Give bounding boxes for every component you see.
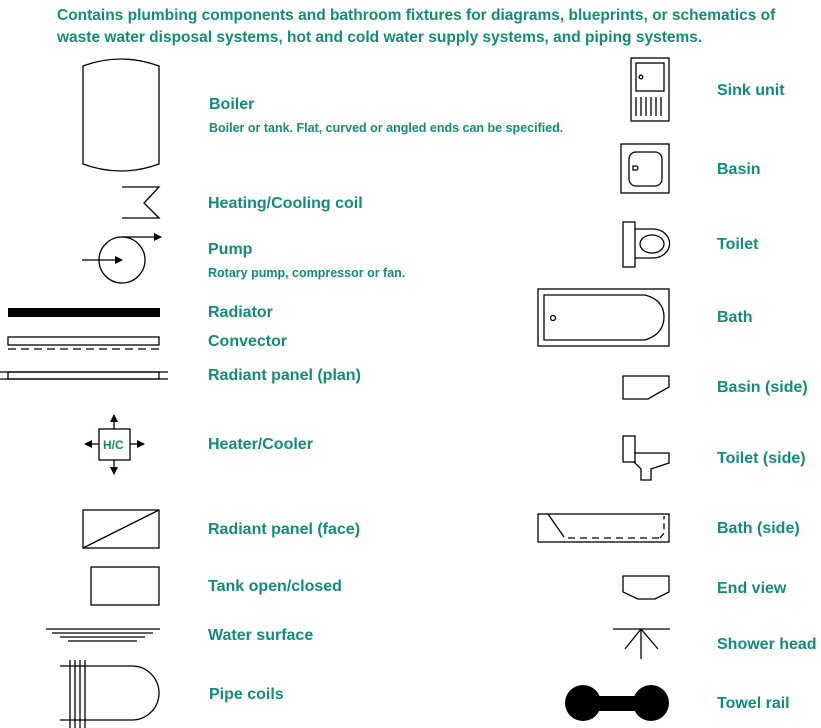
label-basin: Basin xyxy=(717,161,761,178)
label-convector: Convector xyxy=(208,333,288,350)
toilet-icon[interactable] xyxy=(622,221,671,268)
convector-icon[interactable] xyxy=(7,336,160,350)
label-radiator: Radiator xyxy=(208,304,273,321)
label-boiler: Boiler xyxy=(209,96,255,113)
label-bath: Bath xyxy=(717,309,753,326)
label-basin-side: Basin (side) xyxy=(717,379,808,396)
label-heating-cooling-coil: Heating/Cooling coil xyxy=(208,195,363,212)
label-bath-side: Bath (side) xyxy=(717,520,800,537)
label-end-view: End view xyxy=(717,580,787,597)
end-view-icon[interactable] xyxy=(622,575,670,600)
desc-pump: Rotary pump, compressor or fan. xyxy=(208,266,406,280)
label-radiant-panel-face: Radiant panel (face) xyxy=(208,521,361,538)
heater-cooler-label: H/C xyxy=(103,438,124,452)
pump-icon[interactable] xyxy=(82,233,162,284)
toilet-side-icon[interactable] xyxy=(622,435,670,481)
label-sink-unit: Sink unit xyxy=(717,82,785,99)
sink-unit-icon[interactable] xyxy=(630,57,670,122)
label-toilet-side: Toilet (side) xyxy=(717,450,806,467)
bath-icon[interactable] xyxy=(537,288,670,347)
radiator-icon[interactable] xyxy=(8,308,160,317)
bath-side-icon[interactable] xyxy=(537,513,670,543)
radiant-panel-face-icon[interactable] xyxy=(82,509,160,549)
label-pipe-coils: Pipe coils xyxy=(209,686,284,703)
desc-boiler: Boiler or tank. Flat, curved or angled e… xyxy=(209,121,564,135)
basin-icon[interactable] xyxy=(620,143,670,194)
label-toilet: Toilet xyxy=(717,236,759,253)
towel-rail-icon[interactable] xyxy=(565,685,669,721)
pipe-coils-icon[interactable] xyxy=(60,660,160,728)
boiler-icon[interactable] xyxy=(82,58,160,172)
label-tank: Tank open/closed xyxy=(208,578,342,595)
label-heater-cooler: Heater/Cooler xyxy=(208,436,313,453)
label-towel-rail: Towel rail xyxy=(717,695,790,712)
shapes-canvas: H/C xyxy=(0,57,671,728)
label-radiant-panel-plan: Radiant panel (plan) xyxy=(208,367,361,384)
tank-icon[interactable] xyxy=(90,566,160,606)
label-pump: Pump xyxy=(208,241,253,258)
heating-cooling-coil-icon[interactable] xyxy=(122,186,161,219)
label-shower-head: Shower head xyxy=(717,636,817,653)
basin-side-icon[interactable] xyxy=(622,375,670,400)
label-water-surface: Water surface xyxy=(208,627,314,644)
radiant-panel-plan-icon[interactable] xyxy=(0,371,168,380)
shower-head-icon[interactable] xyxy=(613,628,670,659)
water-surface-icon[interactable] xyxy=(46,628,160,642)
